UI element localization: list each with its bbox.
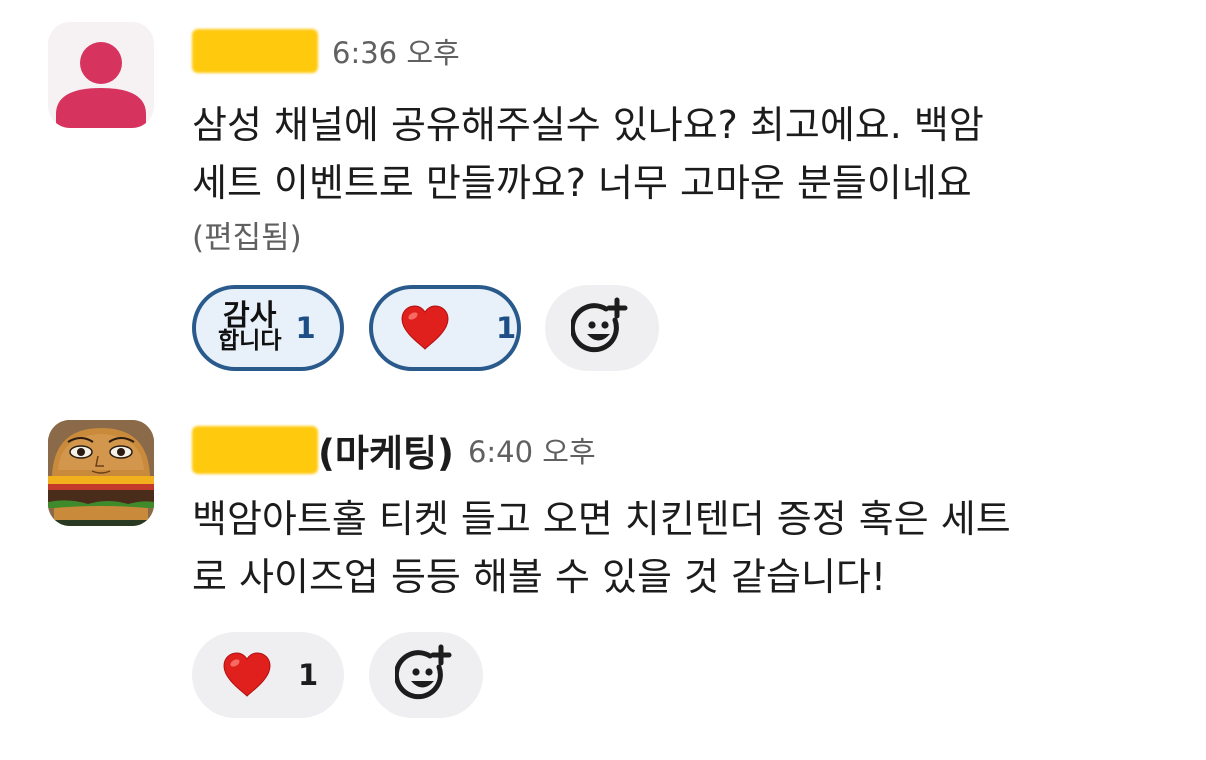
thanks-emoji: 감사 합니다	[218, 298, 282, 355]
message-text: 삼성 채널에 공유해주실수 있나요? 최고에요. 백암 세트 이벤트로 만들까요…	[192, 98, 1152, 211]
reaction-thanks[interactable]: 감사 합니다 1	[192, 285, 344, 371]
user-avatar[interactable]	[48, 22, 154, 128]
reaction-count: 1	[295, 311, 316, 345]
add-reaction-button[interactable]	[369, 632, 483, 718]
thanks-emoji-text: 합니다	[218, 328, 282, 354]
message-header: (마케팅) 6:40 오후	[192, 422, 596, 478]
sender-team-label[interactable]: (마케팅)	[318, 423, 454, 477]
reaction-heart[interactable]: 1	[369, 285, 521, 371]
thanks-emoji-text: 감사	[223, 298, 277, 332]
add-reaction-icon	[395, 644, 452, 700]
message-text-line: 백암아트홀 티켓 들고 오면 치킨텐더 증정 혹은 세트	[192, 497, 1011, 541]
heart-icon	[401, 305, 449, 350]
message-text-line: 로 사이즈업 등등 해볼 수 있을 것 같습니다!	[192, 555, 887, 599]
burger-avatar-icon	[48, 420, 154, 526]
message-timestamp[interactable]: 6:36 오후	[332, 30, 460, 72]
message-text: 백암아트홀 티켓 들고 오면 치킨텐더 증정 혹은 세트 로 사이즈업 등등 해…	[192, 492, 1152, 605]
person-icon	[56, 42, 146, 128]
edited-label: (편집됨)	[192, 220, 302, 256]
reaction-count: 1	[496, 311, 517, 345]
user-avatar[interactable]	[48, 420, 154, 526]
message-1: 6:36 오후 삼성 채널에 공유해주실수 있나요? 최고에요. 백암 세트 이…	[0, 0, 1206, 400]
reaction-heart[interactable]: 1	[192, 632, 344, 718]
message-2: (마케팅) 6:40 오후 백암아트홀 티켓 들고 오면 치킨텐더 증정 혹은 …	[0, 400, 1206, 760]
add-reaction-button[interactable]	[545, 285, 659, 371]
message-text-line: 삼성 채널에 공유해주실수 있나요? 최고에요. 백암	[192, 103, 984, 147]
reaction-count: 1	[298, 658, 319, 692]
redacted-sender-name[interactable]	[192, 426, 318, 474]
message-text-line: 세트 이벤트로 만들까요? 너무 고마운 분들이네요	[192, 161, 972, 205]
add-reaction-icon	[571, 297, 628, 353]
message-timestamp[interactable]: 6:40 오후	[468, 429, 596, 471]
message-header: 6:36 오후	[192, 26, 460, 76]
redacted-sender-name[interactable]	[192, 29, 318, 73]
heart-icon	[223, 652, 271, 697]
